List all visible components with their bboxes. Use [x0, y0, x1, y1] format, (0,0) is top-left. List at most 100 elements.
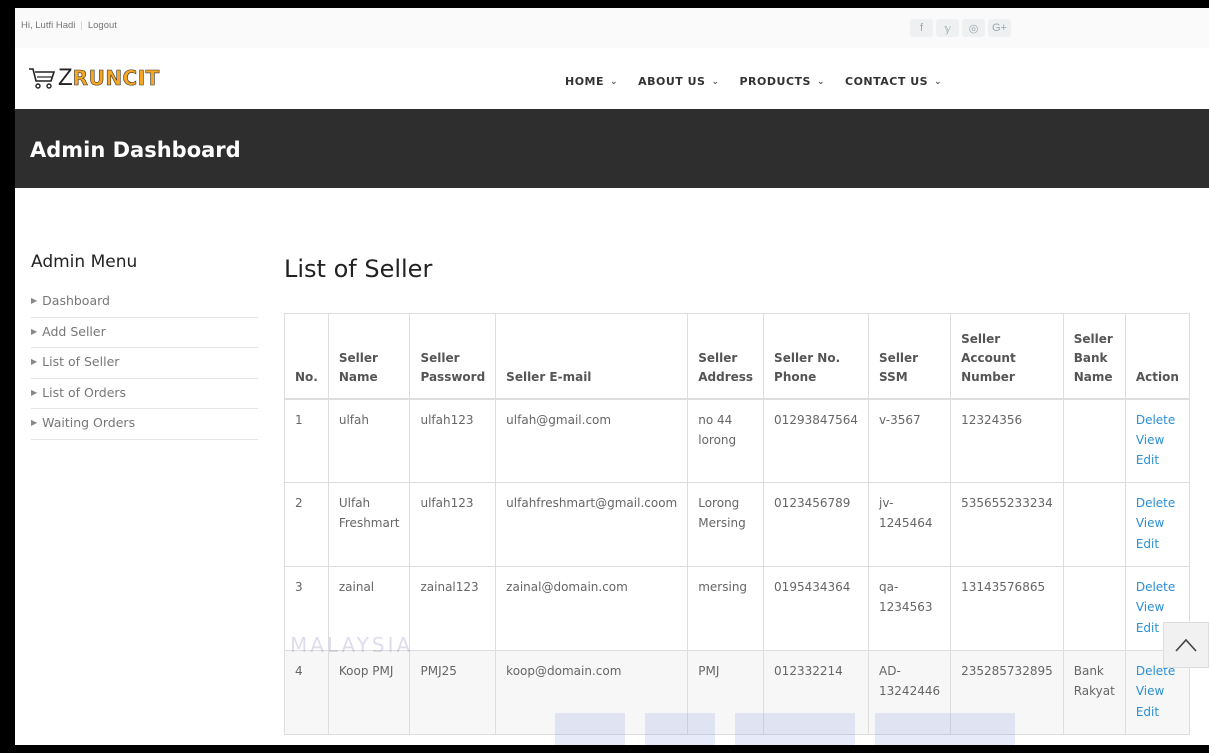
scroll-to-top-button[interactable]	[1163, 622, 1209, 668]
column-header: Seller No. Phone	[763, 313, 870, 400]
nav-products-label: PRODUCTS	[739, 75, 811, 88]
column-header: Action	[1124, 313, 1190, 400]
nav-products[interactable]: PRODUCTS ⌄	[740, 75, 826, 88]
cell-account: 13143576865	[950, 566, 1064, 651]
site-logo[interactable]: Z RUNCIT	[28, 64, 160, 92]
edit-link[interactable]: Edit	[1136, 450, 1179, 470]
page-banner: Admin Dashboard	[15, 109, 1209, 188]
cell-email: ulfahfreshmart@gmail.coom	[495, 482, 689, 567]
view-link[interactable]: View	[1136, 430, 1179, 450]
sidebar-item-list-of-seller[interactable]: ▶ List of Seller	[31, 348, 258, 379]
google-plus-icon[interactable]: G+	[988, 19, 1011, 37]
sidebar-item-add-seller[interactable]: ▶ Add Seller	[31, 318, 258, 348]
edit-link[interactable]: Edit	[1136, 702, 1179, 722]
edit-link[interactable]: Edit	[1136, 534, 1179, 554]
caret-right-icon: ▶	[31, 326, 38, 336]
cell-phone: 01293847564	[763, 398, 870, 483]
column-header: Seller Name	[327, 313, 411, 400]
social-links: f 𝕪 ◎ G+	[910, 19, 1014, 37]
twitter-icon[interactable]: 𝕪	[936, 19, 959, 37]
cell-email: ulfah@gmail.com	[495, 398, 689, 483]
facebook-icon[interactable]: f	[910, 19, 933, 37]
cell-phone: 0123456789	[763, 482, 870, 567]
cell-password: PMJ25	[409, 650, 497, 735]
seller-table: No. Seller Name Seller Password Seller E…	[284, 313, 1190, 735]
caret-right-icon: ▶	[31, 387, 38, 397]
table-row: 3 zainal zainal123 zainal@domain.com mer…	[284, 566, 1190, 651]
content-title: List of Seller	[284, 255, 433, 283]
cell-ssm: v-3567	[868, 398, 952, 483]
sidebar-item-label: Add Seller	[42, 323, 106, 339]
cart-icon	[29, 68, 56, 89]
page-title: Admin Dashboard	[30, 138, 241, 162]
cell-bank	[1062, 398, 1126, 483]
cell-name: Koop PMJ	[327, 650, 411, 735]
cell-ssm: AD-13242446	[868, 650, 952, 735]
chevron-down-icon: ⌄	[610, 76, 619, 87]
nav-about-us-label: ABOUT US	[638, 75, 706, 88]
cell-password: zainal123	[409, 566, 497, 651]
cell-address: no 44 lorong	[687, 398, 765, 483]
cell-account: 12324356	[950, 398, 1064, 483]
column-header: Seller Password	[409, 313, 497, 400]
column-header: Seller Bank Name	[1062, 313, 1126, 400]
delete-link[interactable]: Delete	[1136, 493, 1179, 513]
logo-prefix: Z	[58, 64, 73, 91]
cell-no: 4	[284, 650, 329, 735]
cell-no: 1	[284, 398, 329, 483]
cell-phone: 012332214	[763, 650, 870, 735]
cell-actions: Delete View Edit	[1124, 482, 1190, 567]
cell-bank	[1062, 566, 1126, 651]
sidebar-item-label: Waiting Orders	[42, 415, 136, 430]
logout-link[interactable]: Logout	[88, 20, 117, 31]
delete-link[interactable]: Delete	[1136, 577, 1179, 597]
sidebar-item-dashboard[interactable]: ▶ Dashboard	[31, 287, 258, 318]
column-header: Seller Address	[687, 313, 765, 400]
sidebar-item-waiting-orders[interactable]: ▶ Waiting Orders	[31, 409, 258, 440]
sidebar-menu: ▶ Dashboard ▶ Add Seller ▶ List of Seller ▶…	[31, 287, 258, 440]
sidebar-item-label: List of Seller	[42, 354, 120, 369]
cell-address: PMJ	[687, 650, 765, 735]
nav-contact-us[interactable]: CONTACT US ⌄	[845, 75, 942, 88]
sidebar-item-label: List of Orders	[42, 384, 127, 400]
nav-home-label: HOME	[565, 75, 605, 88]
cell-no: 3	[284, 566, 329, 651]
cell-email: koop@domain.com	[495, 650, 689, 735]
sidebar-title: Admin Menu	[31, 252, 138, 272]
caret-right-icon: ▶	[31, 357, 38, 366]
table-header-row: No. Seller Name Seller Password Seller E…	[284, 313, 1190, 400]
page-frame: Hi, Lutfi Hadi | Logout f 𝕪 ◎ G+ Z RUNCIT H…	[15, 8, 1209, 745]
nav-home[interactable]: HOME ⌄	[565, 75, 618, 88]
cell-email: zainal@domain.com	[495, 566, 689, 651]
greeting-text: Hi, Lutfi Hadi	[21, 20, 76, 31]
instagram-icon[interactable]: ◎	[962, 19, 985, 37]
caret-right-icon: ▶	[31, 296, 38, 305]
column-header: Seller SSM	[868, 313, 952, 400]
view-link[interactable]: View	[1136, 681, 1179, 701]
cell-ssm: qa-1234563	[868, 566, 952, 651]
chevron-up-icon	[1175, 638, 1197, 652]
cell-phone: 0195434364	[763, 566, 870, 651]
column-header: No.	[284, 313, 329, 400]
logo-text: RUNCIT	[72, 66, 160, 91]
chevron-down-icon: ⌄	[816, 76, 825, 87]
sidebar-item-list-of-orders[interactable]: ▶ List of Orders	[31, 379, 258, 409]
cell-address: Lorong Mersing	[687, 482, 765, 567]
nav-contact-us-label: CONTACT US	[845, 75, 929, 88]
cell-name: Ulfah Freshmart	[327, 482, 411, 567]
column-header: Seller E-mail	[495, 313, 689, 400]
main-nav: HOME ⌄ ABOUT US ⌄ PRODUCTS ⌄ CONTACT US ⌄	[565, 75, 942, 88]
cell-bank: Bank Rakyat	[1062, 650, 1126, 735]
caret-right-icon: ▶	[31, 418, 38, 427]
view-link[interactable]: View	[1136, 513, 1179, 533]
delete-link[interactable]: Delete	[1136, 410, 1179, 430]
cell-name: zainal	[327, 566, 411, 651]
view-link[interactable]: View	[1136, 597, 1179, 617]
nav-about-us[interactable]: ABOUT US ⌄	[638, 75, 719, 88]
sidebar-item-label: Dashboard	[42, 293, 110, 308]
cell-password: ulfah123	[409, 482, 497, 567]
table-row: 2 Ulfah Freshmart ulfah123 ulfahfreshmar…	[284, 482, 1190, 567]
cell-account: 235285732895	[950, 650, 1064, 735]
site-header: Z RUNCIT HOME ⌄ ABOUT US ⌄ PRODUCTS ⌄ CONTAC…	[15, 48, 1209, 109]
cell-bank	[1062, 482, 1126, 567]
